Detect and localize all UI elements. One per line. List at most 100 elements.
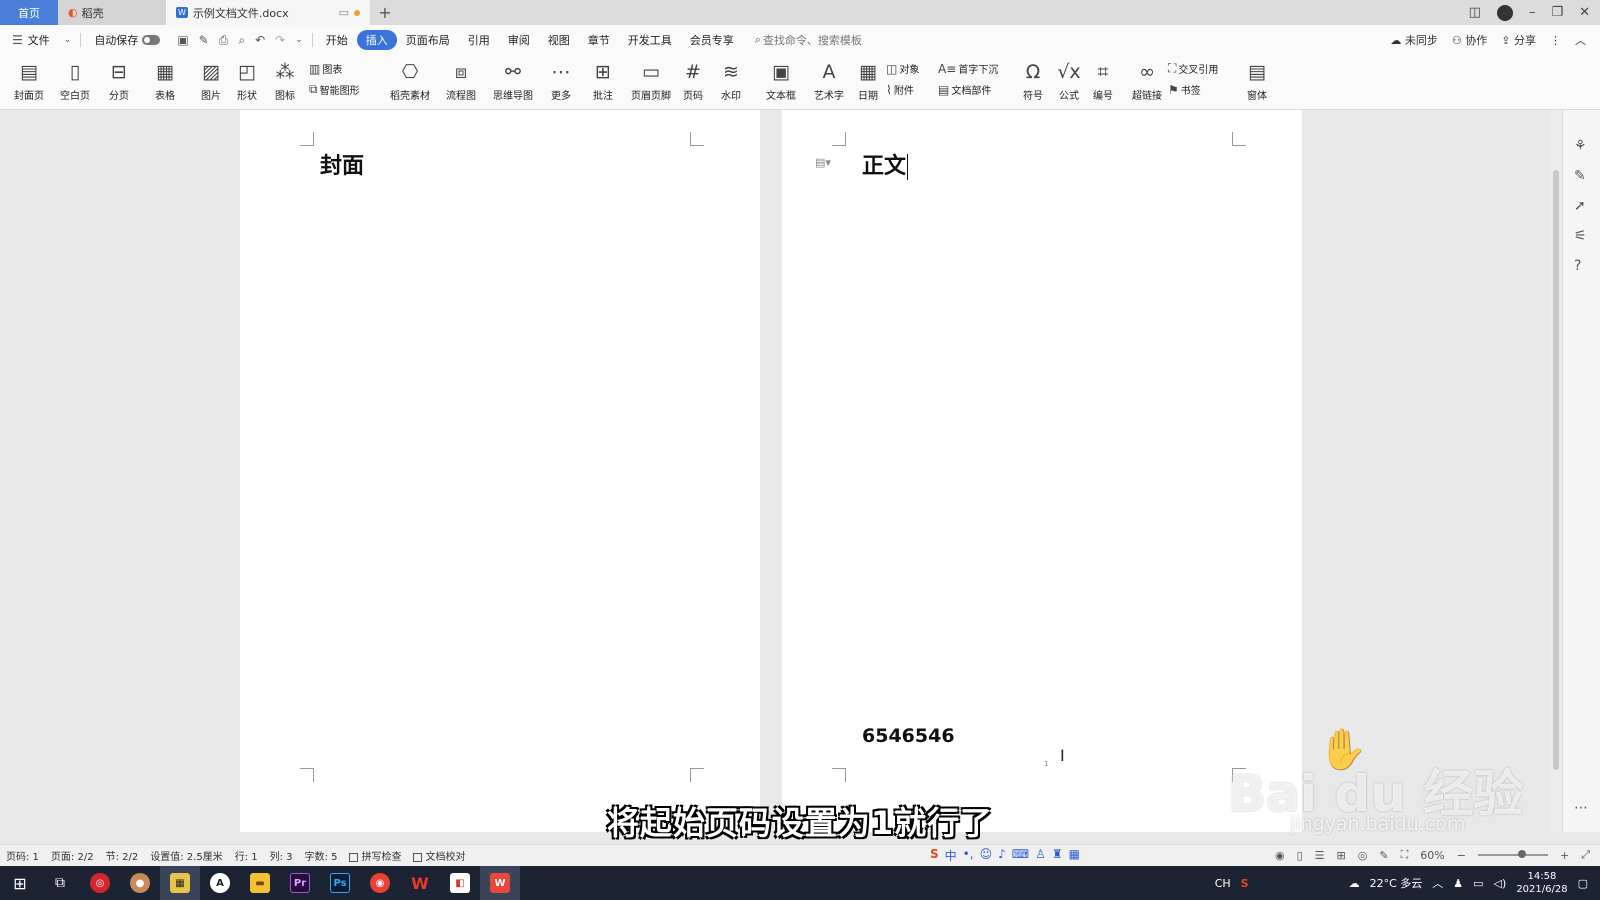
mindmap-button[interactable]: ⚯ 思维导图 [490, 59, 536, 105]
textbox-button[interactable]: ▣ 文本框 [758, 59, 804, 105]
window-layout-icon[interactable]: ◫ [1469, 5, 1481, 20]
select-cursor-icon[interactable]: ➚ [1574, 198, 1586, 214]
comment-button[interactable]: ⊞ 批注 [580, 59, 626, 105]
taskbar-wps[interactable]: W [400, 866, 440, 900]
tray-app-icon[interactable]: ♟ [1453, 877, 1463, 890]
status-pages[interactable]: 页面: 2/2 [45, 848, 100, 863]
attachment-button[interactable]: ⌇ 附件 [886, 82, 914, 98]
crossref-button[interactable]: ⛶ 交叉引用 [1168, 61, 1218, 76]
menu-tab-layout[interactable]: 页面布局 [397, 32, 459, 48]
menu-tab-start[interactable]: 开始 [317, 32, 357, 48]
doc-proof-button[interactable]: 文档校对 [407, 848, 471, 863]
fullscreen-icon[interactable]: ⤢ [1581, 848, 1590, 862]
zoom-out-icon[interactable]: − [1457, 849, 1466, 862]
monitor-icon[interactable]: ▭ [339, 6, 349, 19]
spell-check-button[interactable]: 拼写检查 [343, 848, 407, 863]
search-icon[interactable]: ⌕ [743, 33, 761, 47]
web-view-icon[interactable]: ⊞ [1337, 849, 1346, 862]
body-heading[interactable]: 正文 [862, 148, 909, 180]
ime-punct-icon[interactable]: •, [963, 847, 974, 864]
taskbar-netease-music[interactable]: ◎ [80, 866, 120, 900]
tray-expand-icon[interactable]: ︿ [1432, 875, 1443, 891]
zoom-slider[interactable] [1477, 850, 1548, 858]
read-view-icon[interactable]: ◎ [1358, 849, 1368, 862]
flowchart-button[interactable]: ⧈ 流程图 [438, 59, 484, 105]
share-button[interactable]: ⇪ 分享 [1501, 32, 1536, 48]
help-icon[interactable]: ? [1574, 258, 1581, 274]
outline-view-icon[interactable]: ☰ [1315, 849, 1325, 862]
object-button[interactable]: ◫ 对象 [886, 61, 919, 77]
weather-icon[interactable]: ☁ [1349, 877, 1360, 890]
print-preview-icon[interactable]: ⌕ [233, 33, 250, 48]
customize-icon[interactable]: ⌄ [290, 35, 308, 45]
ime-chinese-icon[interactable]: 中 [945, 847, 957, 864]
page-cover[interactable]: 封面 [240, 110, 760, 832]
bookmark-button[interactable]: ⚑ 书签 [1168, 82, 1201, 98]
numbering-button[interactable]: ⌗ 编号 [1080, 59, 1126, 105]
taskbar-photoshop[interactable]: Ps [320, 866, 360, 900]
emoji-icon[interactable]: ☺ [980, 847, 993, 864]
toolbox-icon[interactable]: ▦ [1069, 847, 1080, 864]
page-body[interactable]: ▤▾ 正文 6546546 1 I [782, 110, 1302, 832]
scrollbar-thumb[interactable] [1553, 170, 1559, 770]
ime-user-icon[interactable]: ♙ [1035, 847, 1046, 864]
pen-icon[interactable]: ✎ [1574, 168, 1586, 184]
autosave-toggle[interactable] [142, 35, 161, 45]
skin-icon[interactable]: ♜ [1052, 847, 1063, 864]
taskbar-wps-writer[interactable]: W [480, 866, 520, 900]
eye-protect-icon[interactable]: ◉ [1275, 849, 1285, 862]
more-icon[interactable]: ⋮ [1550, 34, 1561, 47]
cover-page-button[interactable]: ▤ 封面页 [6, 59, 52, 105]
page-view-icon[interactable]: ▯ [1297, 849, 1303, 862]
page-break-button[interactable]: ⊟ 分页 [96, 59, 142, 105]
status-words[interactable]: 字数: 5 [299, 848, 344, 863]
header-footer-button[interactable]: ▭ 页眉页脚 [628, 59, 674, 105]
command-search-input[interactable]: 查找命令、搜索模板 [761, 32, 871, 48]
taskbar-app-red[interactable]: ◧ [440, 866, 480, 900]
menu-tab-devtools[interactable]: 开发工具 [619, 32, 681, 48]
hamburger-icon[interactable]: ☰ [0, 33, 28, 47]
sogou-icon[interactable]: S [930, 847, 939, 864]
table-button[interactable]: ▦ 表格 [142, 59, 188, 105]
chevron-down-icon[interactable]: ⌄ [59, 35, 77, 45]
settings-sliders-icon[interactable]: ⚟ [1574, 228, 1587, 244]
status-pageno[interactable]: 页码: 1 [0, 848, 45, 863]
status-section[interactable]: 节: 2/2 [100, 848, 145, 863]
date-button[interactable]: ▦ 日期 [845, 59, 891, 105]
zoom-level[interactable]: 60% [1420, 849, 1444, 862]
menu-tab-chapter[interactable]: 章节 [579, 32, 619, 48]
zoom-in-icon[interactable]: + [1560, 849, 1569, 862]
tab-document[interactable]: W 示例文档文件.docx ▭ [166, 0, 370, 25]
format-painter-icon[interactable]: ✎ [194, 33, 214, 47]
sync-status[interactable]: ☁ 未同步 [1390, 32, 1438, 48]
form-button[interactable]: ▤ 窗体 [1234, 59, 1280, 105]
taskbar-premiere[interactable]: Pr [280, 866, 320, 900]
menu-tab-insert[interactable]: 插入 [356, 30, 397, 50]
file-menu[interactable]: 文件 [28, 32, 59, 48]
notification-icon[interactable]: ▢ [1578, 877, 1588, 890]
new-tab-button[interactable]: + [370, 0, 400, 25]
start-button[interactable]: ⊞ [0, 866, 40, 900]
fit-page-icon[interactable]: ⛶ [1401, 848, 1409, 862]
tab-home[interactable]: 首页 [0, 0, 58, 25]
watermark-button[interactable]: ≋ 水印 [708, 59, 754, 105]
menu-tab-review[interactable]: 审阅 [499, 32, 539, 48]
keyboard-icon[interactable]: ⌨ [1012, 847, 1029, 864]
style-icon[interactable]: ⚘ [1574, 138, 1587, 154]
footer-page-number[interactable]: 6546546 [862, 725, 955, 747]
paragraph-handle-icon[interactable]: ▤▾ [815, 156, 831, 169]
collapse-ribbon-icon[interactable]: ︿ [1575, 32, 1586, 48]
network-icon[interactable]: ▭ [1473, 877, 1483, 890]
menu-tab-member[interactable]: 会员专享 [681, 32, 743, 48]
more-button[interactable]: ⋯ 更多 [538, 59, 584, 105]
dropcap-button[interactable]: A≡ 首字下沉 [938, 61, 998, 77]
chart-button[interactable]: ▥ 图表 [309, 61, 342, 77]
menu-tab-reference[interactable]: 引用 [459, 32, 499, 48]
redo-icon[interactable]: ↷ [270, 33, 290, 47]
taskbar-app-avatar[interactable]: ● [120, 866, 160, 900]
cover-heading[interactable]: 封面 [320, 148, 364, 180]
blank-page-button[interactable]: ▯ 空白页 [52, 59, 98, 105]
volume-icon[interactable]: ◁) [1494, 877, 1507, 890]
clock[interactable]: 14:58 2021/6/28 [1516, 870, 1567, 896]
tab-daoke[interactable]: ◐ 稻壳 [58, 0, 166, 25]
